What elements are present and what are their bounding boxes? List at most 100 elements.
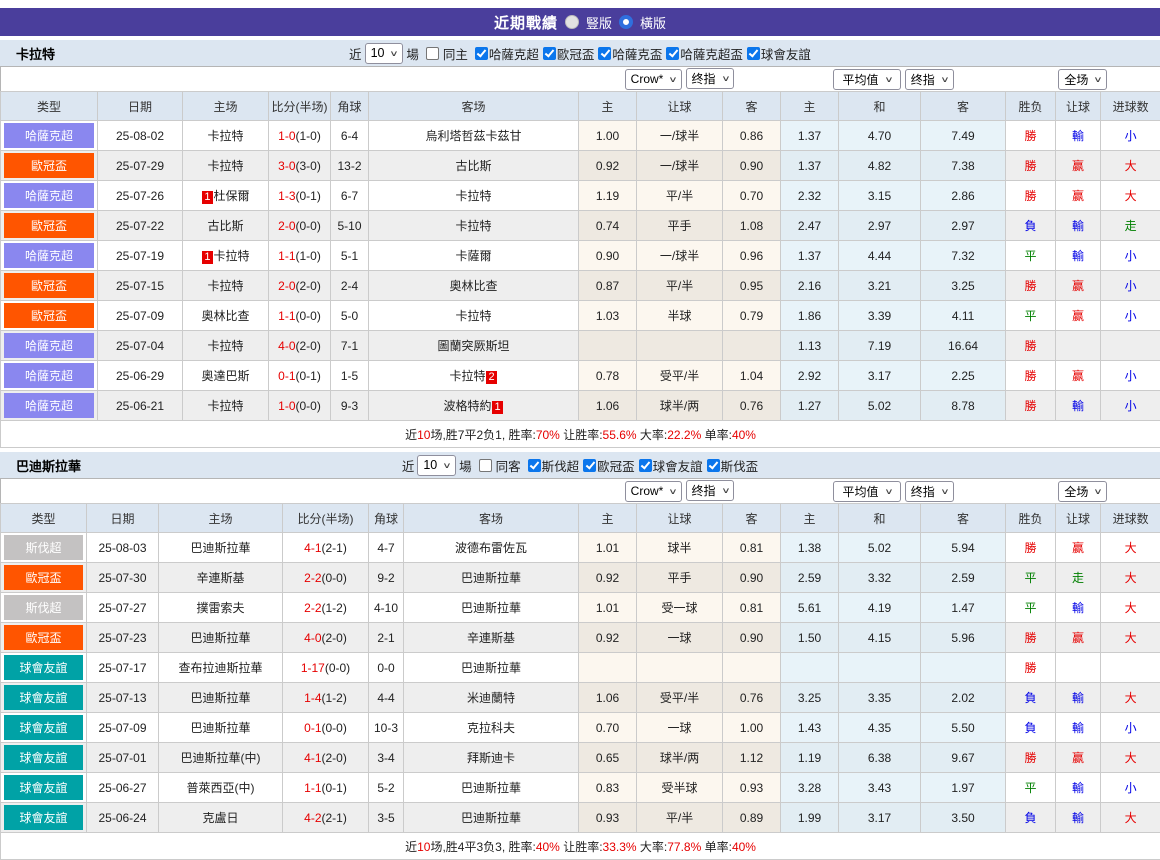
handicap-final-index-select[interactable]: 终指∨ <box>686 480 735 501</box>
europe-draw-odds: 4.15 <box>839 623 921 653</box>
horizontal-layout-label[interactable]: 橫版 <box>640 13 666 32</box>
europe-away-odds: 8.78 <box>921 391 1006 421</box>
away-team-name[interactable]: 圖蘭突厥斯坦 <box>438 339 510 353</box>
away-team-name[interactable]: 米迪蘭特 <box>467 691 515 705</box>
home-team-name[interactable]: 克盧日 <box>202 811 238 825</box>
away-team-name[interactable]: 波格特約 <box>443 399 491 413</box>
column-header-row: 类型日期主场比分(半场)角球客场主让球客主和客胜负让球进球数 <box>1 92 1160 121</box>
league-checkbox-label[interactable]: 球會友誼 <box>653 456 703 475</box>
home-team-name[interactable]: 撲雷索夫 <box>196 601 244 615</box>
league-checkbox-label[interactable]: 歐冠盃 <box>597 456 635 475</box>
away-team-name[interactable]: 卡拉特 <box>456 219 492 233</box>
league-checkbox[interactable] <box>598 47 611 60</box>
home-team-name[interactable]: 卡拉特 <box>207 339 243 353</box>
summary-part: 让胜率: <box>560 840 603 854</box>
away-team-name[interactable]: 巴迪斯拉華 <box>461 661 521 675</box>
summary-part: 22.2% <box>667 428 701 442</box>
home-team-name[interactable]: 卡拉特 <box>207 279 243 293</box>
away-team-name[interactable]: 古比斯 <box>456 159 492 173</box>
column-header: 日期 <box>98 92 183 121</box>
away-team-name[interactable]: 卡拉特 <box>456 189 492 203</box>
summary-part: 场,胜4平3负3, 胜率: <box>430 840 535 854</box>
home-team-name[interactable]: 卡拉特 <box>214 249 250 263</box>
vertical-layout-label[interactable]: 豎版 <box>586 13 612 32</box>
match-count-select[interactable]: 10∨ <box>365 43 404 64</box>
vertical-layout-radio[interactable] <box>565 15 579 29</box>
league-checkbox-label[interactable]: 歐冠盃 <box>557 44 595 63</box>
league-checkbox[interactable] <box>543 47 556 60</box>
league-checkbox-label[interactable]: 哈薩克超盃 <box>680 44 743 63</box>
away-team-name[interactable]: 巴迪斯拉華 <box>461 571 521 585</box>
home-team-name[interactable]: 巴迪斯拉華 <box>190 541 250 555</box>
home-team-name[interactable]: 查布拉迪斯拉華 <box>178 661 262 675</box>
handicap-home-odds: 0.70 <box>579 713 637 743</box>
same-home-label[interactable]: 同主 <box>443 44 468 63</box>
away-team-name[interactable]: 巴迪斯拉華 <box>461 781 521 795</box>
league-checkbox[interactable] <box>475 47 488 60</box>
full-match-scope-select[interactable]: 全场∨ <box>1058 481 1107 502</box>
europe-average-select[interactable]: 平均值∨ <box>833 481 902 502</box>
home-team-name[interactable]: 奧林比查 <box>201 309 249 323</box>
away-team-name[interactable]: 卡拉特 <box>449 369 485 383</box>
full-match-scope-select[interactable]: 全场∨ <box>1058 69 1107 90</box>
away-team-name[interactable]: 卡拉特 <box>456 309 492 323</box>
corner-cell: 3-4 <box>369 743 404 773</box>
odds-company-select[interactable]: Crow*∨ <box>625 481 683 502</box>
away-team-name[interactable]: 巴迪斯拉華 <box>461 811 521 825</box>
same-away-checkbox[interactable] <box>479 459 492 472</box>
league-checkbox-label[interactable]: 斯伐超 <box>542 456 580 475</box>
column-header: 客 <box>723 92 781 121</box>
match-count-select[interactable]: 10∨ <box>417 455 456 476</box>
home-cell: 卡拉特 <box>183 391 269 421</box>
league-checkbox-label[interactable]: 球會友誼 <box>761 44 811 63</box>
europe-away-odds: 5.50 <box>921 713 1006 743</box>
home-team-name[interactable]: 古比斯 <box>207 219 243 233</box>
home-team-name[interactable]: 杜保爾 <box>214 189 250 203</box>
league-checkbox[interactable] <box>639 459 652 472</box>
league-checkbox-label[interactable]: 哈薩克超 <box>489 44 539 63</box>
europe-final-index-select[interactable]: 终指∨ <box>905 69 954 90</box>
league-checkbox[interactable] <box>747 47 760 60</box>
home-team-name[interactable]: 卡拉特 <box>207 159 243 173</box>
horizontal-layout-radio[interactable] <box>619 15 633 29</box>
away-team-name[interactable]: 巴迪斯拉華 <box>461 601 521 615</box>
league-checkbox-label[interactable]: 哈薩克盃 <box>612 44 662 63</box>
home-team-name[interactable]: 巴迪斯拉華 <box>190 691 250 705</box>
europe-final-index-select[interactable]: 终指∨ <box>905 481 954 502</box>
handicap-away-odds: 0.86 <box>723 121 781 151</box>
home-team-name[interactable]: 奧達巴斯 <box>201 369 249 383</box>
home-team-name[interactable]: 普萊西亞(中) <box>187 781 255 795</box>
home-team-name[interactable]: 巴迪斯拉華(中) <box>181 751 261 765</box>
europe-away-odds: 2.02 <box>921 683 1006 713</box>
same-away-label[interactable]: 同客 <box>496 456 521 475</box>
europe-away-odds: 3.25 <box>921 271 1006 301</box>
home-team-name[interactable]: 卡拉特 <box>207 399 243 413</box>
away-team-name[interactable]: 辛連斯基 <box>467 631 515 645</box>
league-checkbox[interactable] <box>666 47 679 60</box>
home-team-name[interactable]: 辛連斯基 <box>196 571 244 585</box>
away-team-name[interactable]: 克拉科夫 <box>467 721 515 735</box>
away-cell: 米迪蘭特 <box>404 683 579 713</box>
league-checkbox[interactable] <box>528 459 541 472</box>
away-team-name[interactable]: 烏利塔哲茲卡茲甘 <box>426 129 522 143</box>
home-team-name[interactable]: 巴迪斯拉華 <box>190 721 250 735</box>
league-checkbox[interactable] <box>583 459 596 472</box>
league-checkbox[interactable] <box>707 459 720 472</box>
away-team-name[interactable]: 卡薩爾 <box>456 249 492 263</box>
away-team-name[interactable]: 拜斯迪卡 <box>467 751 515 765</box>
same-home-checkbox[interactable] <box>426 47 439 60</box>
home-team-name[interactable]: 卡拉特 <box>207 129 243 143</box>
europe-average-select[interactable]: 平均值∨ <box>833 69 902 90</box>
away-team-name[interactable]: 奧林比查 <box>450 279 498 293</box>
home-team-name[interactable]: 巴迪斯拉華 <box>190 631 250 645</box>
league-checkbox-label[interactable]: 斯伐盃 <box>721 456 759 475</box>
handicap-home-odds: 0.74 <box>579 211 637 241</box>
europe-draw-odds: 4.35 <box>839 713 921 743</box>
score-cell: 2-2(0-0) <box>283 563 369 593</box>
score-cell: 1-17(0-0) <box>283 653 369 683</box>
away-team-name[interactable]: 波德布雷佐瓦 <box>455 541 527 555</box>
league-filters: 哈薩克超歐冠盃哈薩克盃哈薩克超盃球會友誼 <box>471 44 811 63</box>
result-goals: 走 <box>1101 211 1160 241</box>
handicap-final-index-select[interactable]: 终指∨ <box>686 68 735 89</box>
odds-company-select[interactable]: Crow*∨ <box>625 69 683 90</box>
